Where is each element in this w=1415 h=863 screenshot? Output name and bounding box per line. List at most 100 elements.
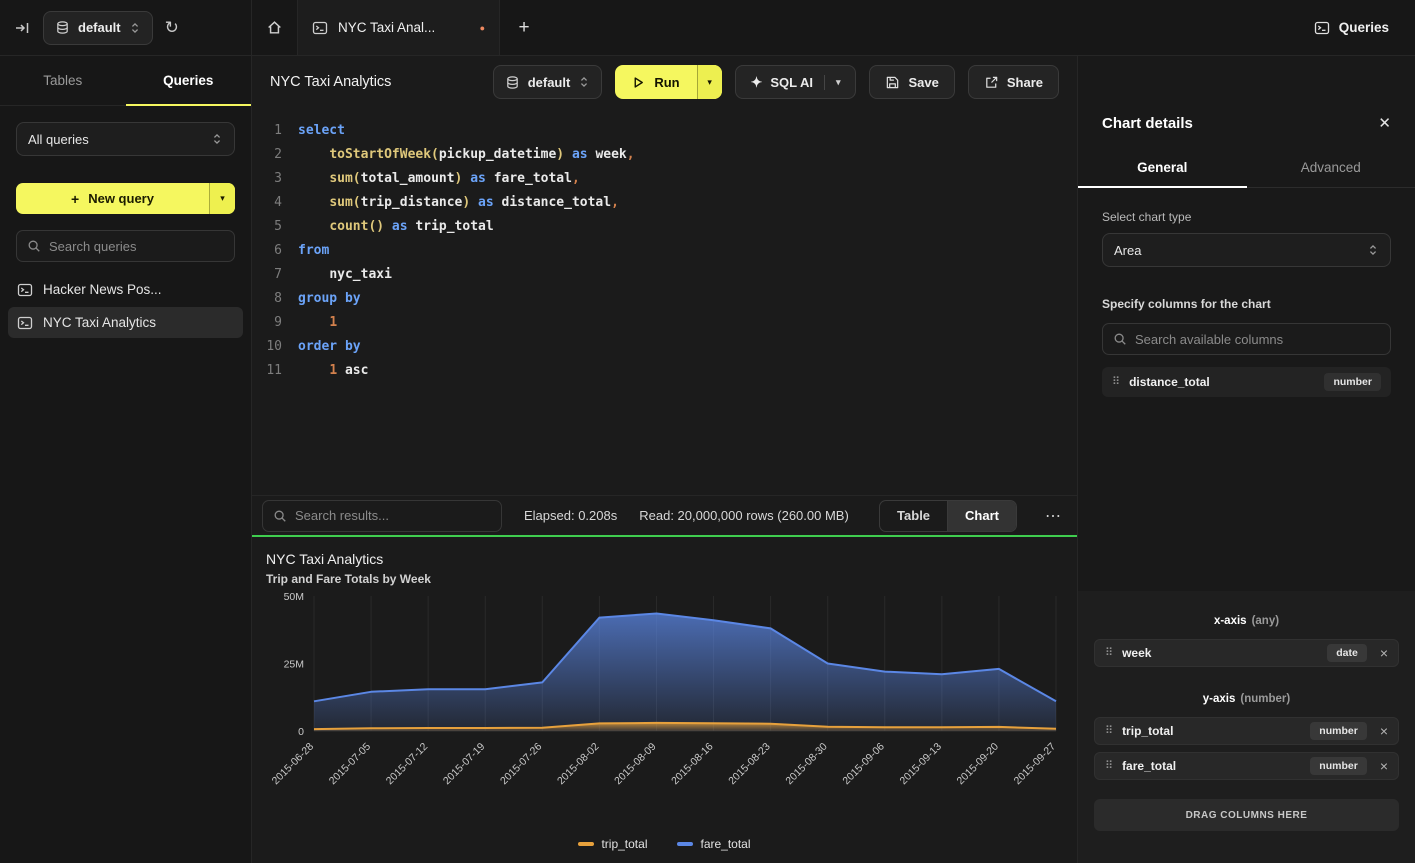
query-database-value: default	[528, 75, 571, 90]
queries-button[interactable]: Queries	[1314, 20, 1389, 36]
search-icon	[273, 509, 287, 523]
database-icon	[55, 20, 70, 35]
share-button[interactable]: Share	[968, 65, 1059, 99]
chevron-updown-icon	[211, 132, 223, 146]
query-list: Hacker News Pos... NYC Taxi Analytics	[0, 274, 251, 338]
line-number: 8	[252, 287, 282, 311]
drag-handle-icon[interactable]: ⠿	[1105, 761, 1113, 772]
chart-type-value: Area	[1114, 243, 1141, 258]
line-number: 11	[252, 359, 282, 383]
elapsed-time: Elapsed: 0.208s	[524, 508, 617, 523]
home-button[interactable]	[252, 0, 298, 55]
column-type-badge: number	[1310, 722, 1367, 740]
sidebar-tabs: Tables Queries	[0, 56, 251, 106]
tab-strip: NYC Taxi Anal... ● +	[251, 0, 1288, 55]
axes-section: x-axis(any) ⠿weekdate× y-axis(number) ⠿t…	[1078, 591, 1415, 863]
code-text: from	[298, 239, 329, 263]
search-queries-input[interactable]	[49, 239, 224, 254]
remove-column-button[interactable]: ×	[1380, 646, 1388, 660]
x-axis-label: x-axis(any)	[1094, 615, 1399, 627]
tab-advanced[interactable]: Advanced	[1247, 148, 1415, 187]
run-button[interactable]: Run	[615, 65, 696, 99]
view-chart-button[interactable]: Chart	[947, 501, 1016, 531]
legend-label: fare_total	[700, 837, 750, 851]
x-axis-hint: (any)	[1252, 615, 1279, 627]
line-number: 4	[252, 191, 282, 215]
search-columns-input[interactable]	[1135, 332, 1380, 347]
new-query-caret-button[interactable]: ▾	[209, 183, 235, 214]
refresh-button[interactable]: ↻	[165, 18, 179, 38]
chart-type-select[interactable]: Area	[1102, 233, 1391, 267]
columns-search	[1102, 323, 1391, 355]
save-button[interactable]: Save	[869, 65, 954, 99]
new-query-button[interactable]: + New query	[16, 183, 209, 214]
drag-handle-icon[interactable]: ⠿	[1105, 648, 1113, 659]
drag-columns-drop-zone[interactable]: DRAG COLUMNS HERE	[1094, 799, 1399, 831]
remove-column-button[interactable]: ×	[1380, 724, 1388, 738]
chevron-down-icon: ▾	[220, 193, 225, 204]
svg-text:50M: 50M	[284, 591, 304, 603]
query-filter-select[interactable]: All queries	[16, 122, 235, 156]
drag-handle-icon[interactable]: ⠿	[1112, 377, 1120, 388]
tab-general[interactable]: General	[1078, 148, 1247, 187]
svg-text:2015-07-05: 2015-07-05	[327, 741, 374, 788]
search-results-input[interactable]	[295, 508, 491, 523]
plus-icon: +	[71, 191, 79, 207]
run-button-label: Run	[654, 75, 679, 90]
plus-icon: +	[518, 17, 529, 39]
line-number: 10	[252, 335, 282, 359]
code-text: 1 asc	[298, 359, 368, 383]
svg-text:2015-08-09: 2015-08-09	[612, 741, 659, 788]
chevron-updown-icon	[1367, 243, 1379, 257]
chart-canvas: 025M50M2015-06-282015-07-052015-07-12201…	[266, 586, 1063, 835]
svg-text:2015-09-13: 2015-09-13	[897, 741, 944, 788]
chart-details-title: Chart details	[1102, 115, 1193, 132]
divider	[824, 75, 825, 90]
drag-handle-icon[interactable]: ⠿	[1105, 726, 1113, 737]
sql-ai-button[interactable]: ✦ SQL AI ▾	[735, 65, 857, 99]
view-table-button[interactable]: Table	[880, 501, 947, 531]
svg-text:2015-09-20: 2015-09-20	[955, 741, 1002, 788]
query-title: NYC Taxi Analytics	[270, 74, 391, 90]
code-text: toStartOfWeek(pickup_datetime) as week,	[298, 143, 635, 167]
unsaved-changes-dot: ●	[480, 23, 485, 33]
legend-item[interactable]: trip_total	[578, 837, 647, 851]
svg-text:2015-08-02: 2015-08-02	[555, 741, 602, 788]
query-list-item[interactable]: NYC Taxi Analytics	[8, 307, 243, 338]
code-text: group by	[298, 287, 361, 311]
column-row[interactable]: ⠿weekdate×	[1094, 639, 1399, 667]
new-tab-button[interactable]: +	[500, 0, 548, 55]
run-caret-button[interactable]: ▾	[697, 65, 722, 99]
code-line: 11 1 asc	[252, 359, 1077, 383]
code-line: 10order by	[252, 335, 1077, 359]
query-database-selector[interactable]: default	[493, 65, 603, 99]
chevron-updown-icon	[129, 21, 141, 35]
search-icon	[27, 239, 41, 253]
legend-item[interactable]: fare_total	[677, 837, 750, 851]
remove-column-button[interactable]: ×	[1380, 759, 1388, 773]
tab-tables[interactable]: Tables	[0, 56, 126, 105]
line-number: 5	[252, 215, 282, 239]
collapse-sidebar-button[interactable]	[14, 20, 31, 36]
query-file-icon	[17, 315, 33, 331]
column-row[interactable]: ⠿distance_totalnumber	[1102, 367, 1391, 397]
sidebar-search	[16, 230, 235, 262]
query-filter-value: All queries	[28, 132, 89, 147]
legend-swatch	[578, 842, 594, 846]
column-row[interactable]: ⠿trip_totalnumber×	[1094, 717, 1399, 745]
code-line: 8 group by	[252, 287, 1077, 311]
tab-nyc-taxi-analytics[interactable]: NYC Taxi Anal... ●	[298, 0, 500, 55]
svg-text:2015-06-28: 2015-06-28	[270, 741, 317, 788]
query-item-label: Hacker News Pos...	[43, 282, 162, 297]
results-more-button[interactable]: ⋯	[1039, 506, 1067, 526]
tab-queries[interactable]: Queries	[126, 56, 252, 105]
sql-editor[interactable]: 1select2 toStartOfWeek(pickup_datetime) …	[252, 108, 1077, 495]
code-line: 4 sum(trip_distance) as distance_total,	[252, 191, 1077, 215]
column-row[interactable]: ⠿fare_totalnumber×	[1094, 752, 1399, 780]
code-text: select	[298, 119, 345, 143]
close-panel-button[interactable]: ✕	[1378, 114, 1391, 132]
new-query-split-button: + New query ▾	[16, 183, 235, 214]
results-toolbar: Elapsed: 0.208s Read: 20,000,000 rows (2…	[252, 495, 1077, 535]
query-list-item[interactable]: Hacker News Pos...	[8, 274, 243, 305]
database-selector[interactable]: default	[43, 11, 153, 45]
